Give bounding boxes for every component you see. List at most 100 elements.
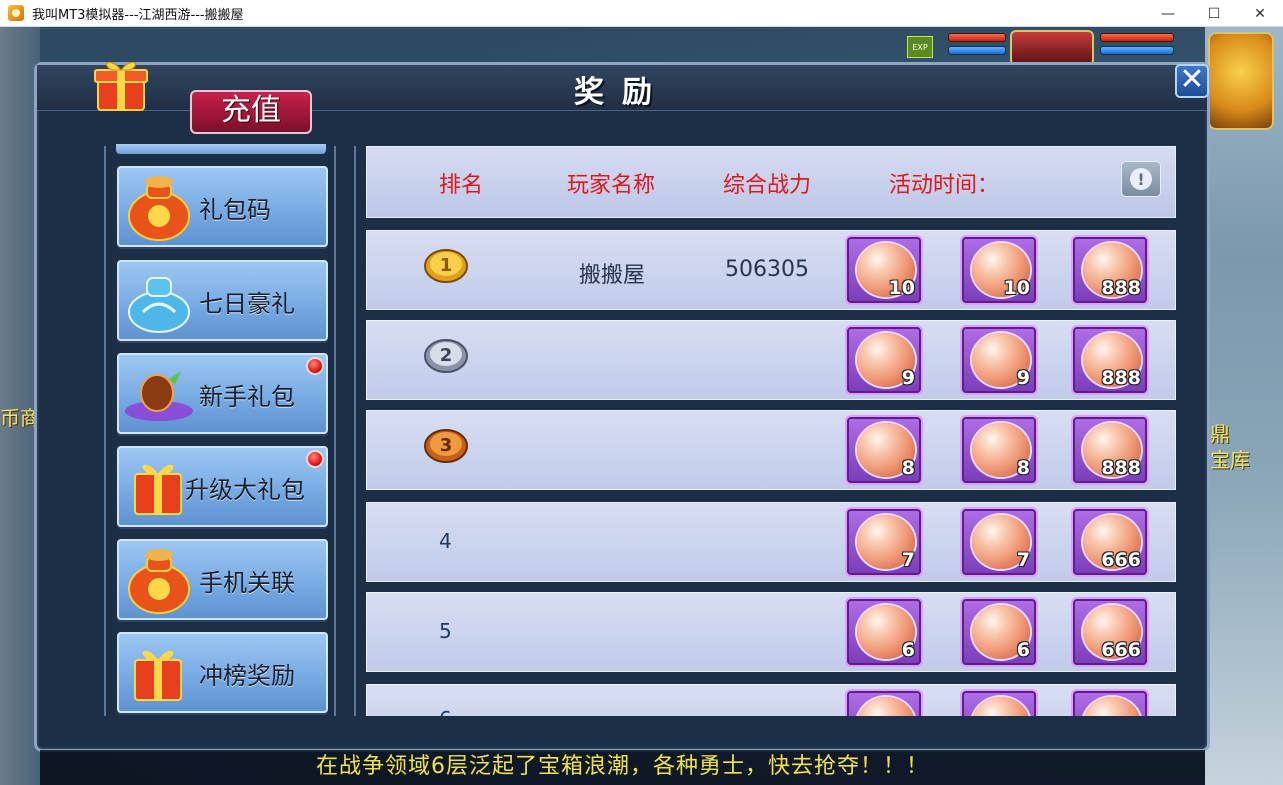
window-controls: — ☐ ✕ [1145,0,1283,27]
pearl-icon [1083,697,1141,716]
reward-item[interactable] [1071,689,1149,716]
reward-qty: 8 [901,457,915,479]
reward-qty: 8 [1016,457,1030,479]
header-time: 活动时间： [889,173,1000,198]
mp-bar-1 [948,46,1006,55]
header-rank: 排名 [439,173,484,198]
reward-qty: 9 [901,367,915,389]
reward-qty: 888 [1101,277,1141,299]
hp-bar-2 [1100,33,1174,42]
sidebar-item-label: 七日豪礼 [199,290,295,318]
reward-qty: 6 [1016,639,1030,661]
reward-item[interactable]: 7 [845,507,923,577]
reward-qty: 7 [1016,549,1030,571]
reward-item[interactable]: 888 [1071,415,1149,485]
announcement-bar: 在战争领域6层泛起了宝箱浪潮，各种勇士，快去抢夺！！！ [40,750,1205,785]
pet-avatar[interactable] [1010,30,1094,66]
reward-item[interactable]: 10 [845,235,923,305]
reward-item[interactable]: 6 [960,597,1038,667]
svg-text:2: 2 [440,345,453,366]
table-row: 4 7 7 666 [366,502,1176,582]
reward-item[interactable]: 9 [960,325,1038,395]
header-power: 综合战力 [723,173,812,198]
sidebar-item-level-pack[interactable]: 升级大礼包 [117,446,328,527]
fruit-basket-icon [123,359,195,429]
reward-qty: 6 [901,639,915,661]
mp-bar-2 [1100,46,1174,55]
scene-right-edge [1205,27,1283,785]
reward-item[interactable] [960,689,1038,716]
svg-text:1: 1 [440,255,453,276]
reward-item[interactable]: 8 [960,415,1038,485]
minimize-button[interactable]: — [1145,0,1191,27]
rank-number: 6 [439,707,452,716]
pearl-icon [972,697,1030,716]
reward-item[interactable]: 7 [960,507,1038,577]
reward-qty: 666 [1101,639,1141,661]
table-row: 3 8 8 888 [366,410,1176,490]
bronze-medal-icon: 3 [423,427,469,465]
sidebar-item-label: 新手礼包 [199,383,295,411]
reward-qty: 10 [1003,277,1030,299]
reward-item[interactable]: 9 [845,325,923,395]
reward-item[interactable]: 10 [960,235,1038,305]
hp-bar-1 [948,33,1006,42]
reward-item[interactable]: 6 [845,597,923,667]
reward-item[interactable]: 888 [1071,235,1149,305]
table-row: 1 搬搬屋 506305 10 10 888 [366,230,1176,310]
info-button[interactable]: ! [1121,161,1161,197]
window-close-button[interactable]: ✕ [1237,0,1283,27]
recharge-button[interactable]: 充值 [190,90,312,134]
sidebar-item-seven-day[interactable]: 七日豪礼 [117,260,328,341]
scene-right-label-2[interactable]: 宝库 [1210,444,1250,473]
reward-qty: 9 [1016,367,1030,389]
player-name: 搬搬屋 [579,263,646,288]
sidebar-item-label: 礼包码 [199,196,271,224]
reward-qty: 888 [1101,457,1141,479]
maximize-button[interactable]: ☐ [1191,0,1237,27]
gold-medal-icon: 1 [423,247,469,285]
sidebar-item-label: 冲榜奖励 [199,662,295,690]
info-icon: ! [1130,168,1152,190]
reward-item[interactable]: 666 [1071,597,1149,667]
lucky-bag-icon [123,172,195,242]
announcement-text: 在战争领域6层泛起了宝箱浪潮，各种勇士，快去抢夺！！！ [316,754,929,779]
rank-number: 4 [439,529,452,553]
reward-qty: 10 [888,277,915,299]
notification-dot [306,450,324,468]
sidebar-item-gift-code[interactable]: 礼包码 [117,166,328,247]
notification-dot [306,357,324,375]
reward-item[interactable]: 888 [1071,325,1149,395]
player-avatar[interactable] [1208,32,1274,130]
gift-box-icon [92,54,150,112]
ranking-table: 排名 玩家名称 综合战力 活动时间： ! 1 搬搬屋 506305 10 10 … [354,146,1176,716]
blue-bag-icon [123,266,195,336]
table-row: 5 6 6 666 [366,592,1176,672]
app-icon [8,5,24,21]
reward-item[interactable]: 8 [845,415,923,485]
reward-qty: 888 [1101,367,1141,389]
table-header: 排名 玩家名称 综合战力 活动时间： ! [366,146,1176,218]
exp-badge[interactable]: EXP [907,36,933,58]
rank-number: 5 [439,619,452,643]
reward-qty: 7 [901,549,915,571]
svg-text:3: 3 [440,435,453,456]
reward-item[interactable]: 666 [1071,507,1149,577]
header-player: 玩家名称 [567,173,656,198]
panel-close-button[interactable]: ✕ [1175,64,1209,98]
reward-sidebar: 礼包码 七日豪礼 新手礼包 升级大礼包 手机关联 冲榜奖励 [104,146,336,716]
pearl-icon [857,697,915,716]
sidebar-item-label: 升级大礼包 [185,476,305,504]
sidebar-item-ranking-reward[interactable]: 冲榜奖励 [117,632,328,713]
window-title: 我叫MT3模拟器---江湖西游---搬搬屋 [32,7,244,23]
reward-qty: 666 [1101,549,1141,571]
sidebar-item-phone-link[interactable]: 手机关联 [117,539,328,620]
table-row: 6 [366,684,1176,716]
sidebar-item-newbie-pack[interactable]: 新手礼包 [117,353,328,434]
sidebar-item-label: 手机关联 [199,569,295,597]
gift-box-icon [123,638,195,708]
power-value: 506305 [725,257,809,282]
lucky-bag-icon [123,545,195,615]
scene-right-label-1: 鼎 [1210,422,1230,446]
reward-item[interactable] [845,689,923,716]
